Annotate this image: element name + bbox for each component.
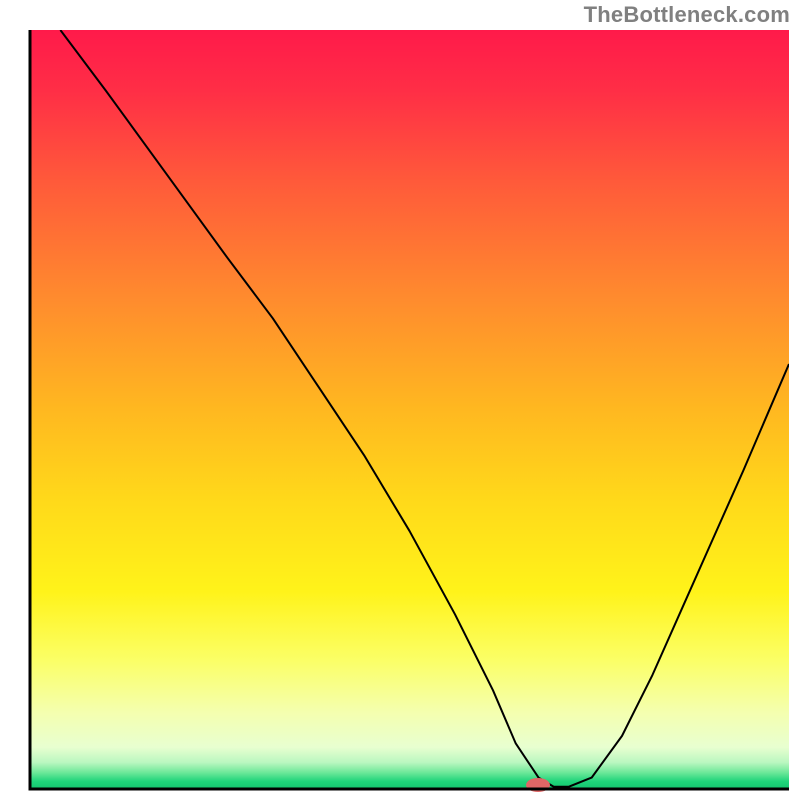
chart-container: { "watermark": "TheBottleneck.com", "plo… (0, 0, 800, 800)
bottleneck-plot (0, 0, 800, 800)
